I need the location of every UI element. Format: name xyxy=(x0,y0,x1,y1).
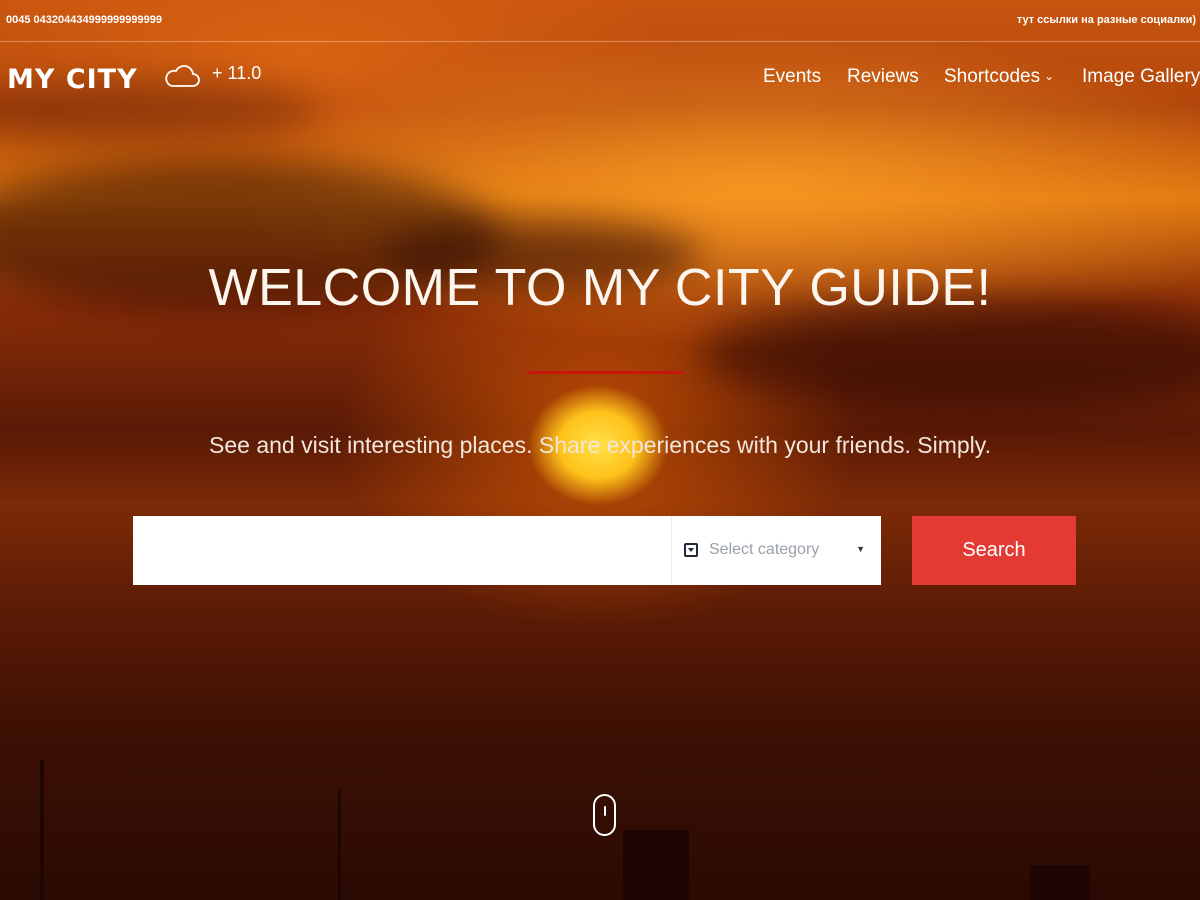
category-select-label: Select category xyxy=(709,541,820,558)
dropdown-box-icon xyxy=(684,543,698,557)
search-form: Select category ▼ xyxy=(133,516,881,585)
nav-item-events[interactable]: Events xyxy=(763,66,821,88)
hero-subtitle: See and visit interesting places. Share … xyxy=(209,432,991,458)
chevron-down-icon: ⌄ xyxy=(1044,69,1055,83)
hero-title: WELCOME TO MY CITY GUIDE! xyxy=(208,259,992,317)
category-select[interactable]: Select category ▼ xyxy=(671,516,881,585)
nav-item-label: Events xyxy=(763,66,822,87)
nav-item-shortcodes[interactable]: Shortcodes ⌄ xyxy=(944,66,1054,88)
nav-item-label: Image Gallery xyxy=(1082,66,1200,87)
main-navigation: Events Reviews Shortcodes ⌄ Image Gallery xyxy=(0,66,1200,90)
search-input[interactable] xyxy=(133,516,671,585)
phone-number: 0045 043204434999999999999 xyxy=(6,14,162,26)
mouse-scroll-icon[interactable] xyxy=(593,794,616,836)
nav-item-label: Shortcodes xyxy=(944,66,1041,87)
scroll-wheel-dot xyxy=(604,806,606,816)
nav-item-image-gallery[interactable]: Image Gallery xyxy=(1082,66,1200,88)
social-links-placeholder[interactable]: тут ссылки на разные социалки) xyxy=(1017,14,1196,26)
caret-down-icon: ▼ xyxy=(856,544,865,554)
search-button[interactable]: Search xyxy=(912,516,1076,585)
hero-divider xyxy=(527,371,683,374)
top-bar: 0045 043204434999999999999 тут ссылки на… xyxy=(0,0,1200,42)
nav-item-reviews[interactable]: Reviews xyxy=(847,66,919,88)
nav-item-label: Reviews xyxy=(847,66,919,87)
